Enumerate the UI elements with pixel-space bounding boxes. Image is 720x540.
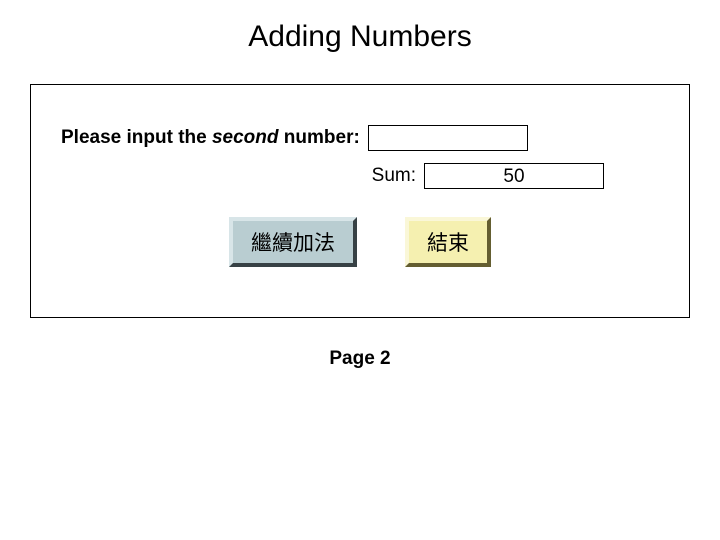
prompt-row: Please input the second number: (61, 125, 659, 151)
sum-label: Sum: (372, 165, 416, 187)
continue-button[interactable]: 繼續加法 (229, 217, 357, 267)
button-row: 繼續加法 結束 (61, 217, 659, 267)
sum-row: Sum: 50 (61, 163, 659, 189)
page-title: Adding Numbers (30, 20, 690, 54)
number-input[interactable] (368, 125, 528, 151)
page-number: Page 2 (30, 348, 690, 370)
prompt-label: Please input the second number: (61, 127, 360, 149)
prompt-emph: second (212, 127, 279, 148)
prompt-prefix: Please input the (61, 127, 212, 148)
end-button[interactable]: 結束 (405, 217, 491, 267)
main-panel: Please input the second number: Sum: 50 … (30, 84, 690, 318)
prompt-suffix: number: (279, 127, 360, 148)
sum-output: 50 (424, 163, 604, 189)
